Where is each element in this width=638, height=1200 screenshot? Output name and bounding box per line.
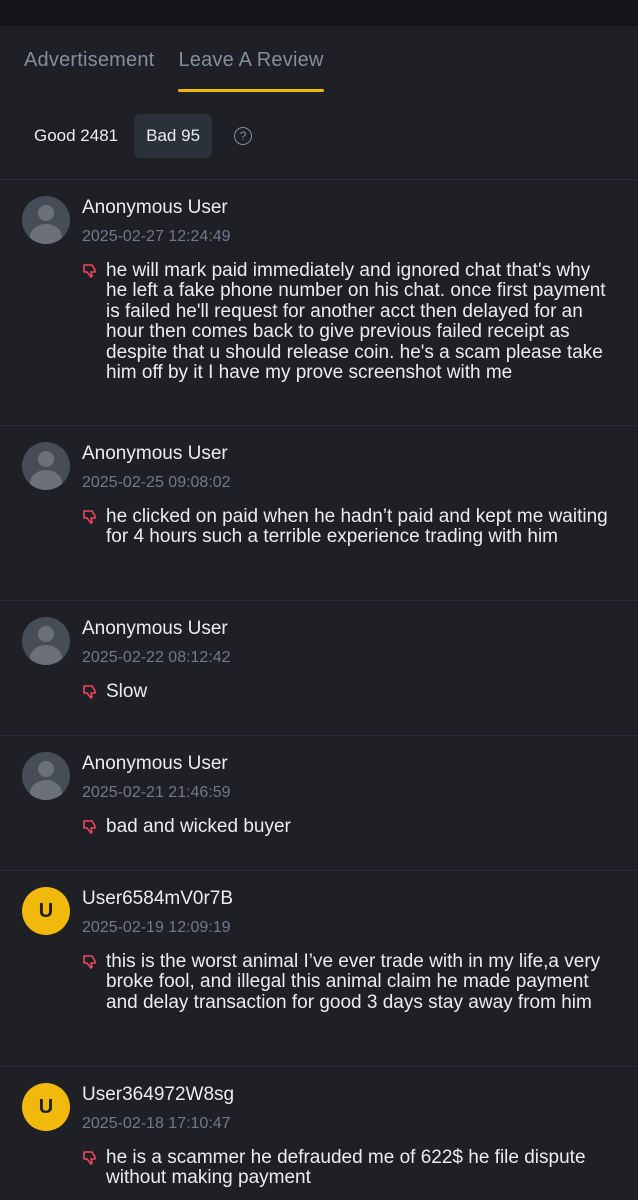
review-filter-bar: Good 2481 Bad 95 ?	[0, 92, 638, 180]
filter-bad-chip[interactable]: Bad 95	[134, 113, 213, 158]
thumbs-down-icon	[82, 507, 106, 548]
review-date: 2025-02-25 09:08:02	[82, 474, 231, 491]
review-text: he clicked on paid when he hadn’t paid a…	[106, 506, 608, 548]
review-item: Anonymous User 2025-02-27 12:24:49 he wi…	[0, 180, 638, 426]
reviewer-name: User364972W8sg	[82, 1084, 235, 1105]
reviewer-name: Anonymous User	[82, 618, 228, 639]
thumbs-down-icon	[82, 682, 106, 705]
review-item: U User6584mV0r7B 2025-02-19 12:09:19 thi…	[0, 871, 638, 1067]
thumbs-down-icon	[82, 261, 106, 383]
review-date: 2025-02-18 17:10:47	[82, 1115, 231, 1132]
review-item: Anonymous User 2025-02-21 21:46:59 bad a…	[0, 736, 638, 871]
review-item: Anonymous User 2025-02-22 08:12:42 Slow	[0, 601, 638, 736]
review-text: Slow	[106, 681, 148, 702]
review-text: he will mark paid immediately and ignore…	[106, 260, 606, 384]
thumbs-down-icon	[82, 817, 106, 840]
review-date: 2025-02-27 12:24:49	[82, 228, 231, 245]
review-date: 2025-02-19 12:09:19	[82, 919, 231, 936]
review-text: bad and wicked buyer	[106, 816, 291, 837]
avatar	[22, 752, 70, 800]
avatar	[22, 442, 70, 490]
avatar: U	[22, 887, 70, 935]
avatar: U	[22, 1083, 70, 1131]
question-circle-icon[interactable]: ?	[234, 126, 253, 145]
thumbs-down-icon	[82, 1148, 106, 1189]
filter-good-chip[interactable]: Good 2481	[22, 114, 130, 158]
reviewer-name: Anonymous User	[82, 443, 228, 464]
review-text: he is a scammer he defrauded me of 622$ …	[106, 1147, 586, 1189]
tab-advertisement[interactable]: Advertisement	[24, 26, 154, 92]
review-item: U User364972W8sg 2025-02-18 17:10:47 he …	[0, 1067, 638, 1200]
reviewer-name: Anonymous User	[82, 197, 228, 218]
review-text: this is the worst animal I’ve ever trade…	[106, 951, 601, 1013]
review-date: 2025-02-21 21:46:59	[82, 784, 231, 801]
review-date: 2025-02-22 08:12:42	[82, 649, 231, 666]
reviewer-name: User6584mV0r7B	[82, 888, 234, 909]
reviewer-name: Anonymous User	[82, 753, 228, 774]
review-list: Anonymous User 2025-02-27 12:24:49 he wi…	[0, 180, 638, 1200]
tab-bar: Advertisement Leave A Review	[0, 26, 638, 92]
avatar	[22, 196, 70, 244]
thumbs-down-icon	[82, 952, 106, 1013]
tab-leave-a-review[interactable]: Leave A Review	[178, 26, 324, 92]
review-item: Anonymous User 2025-02-25 09:08:02 he cl…	[0, 426, 638, 601]
avatar	[22, 617, 70, 665]
status-bar	[0, 0, 638, 26]
